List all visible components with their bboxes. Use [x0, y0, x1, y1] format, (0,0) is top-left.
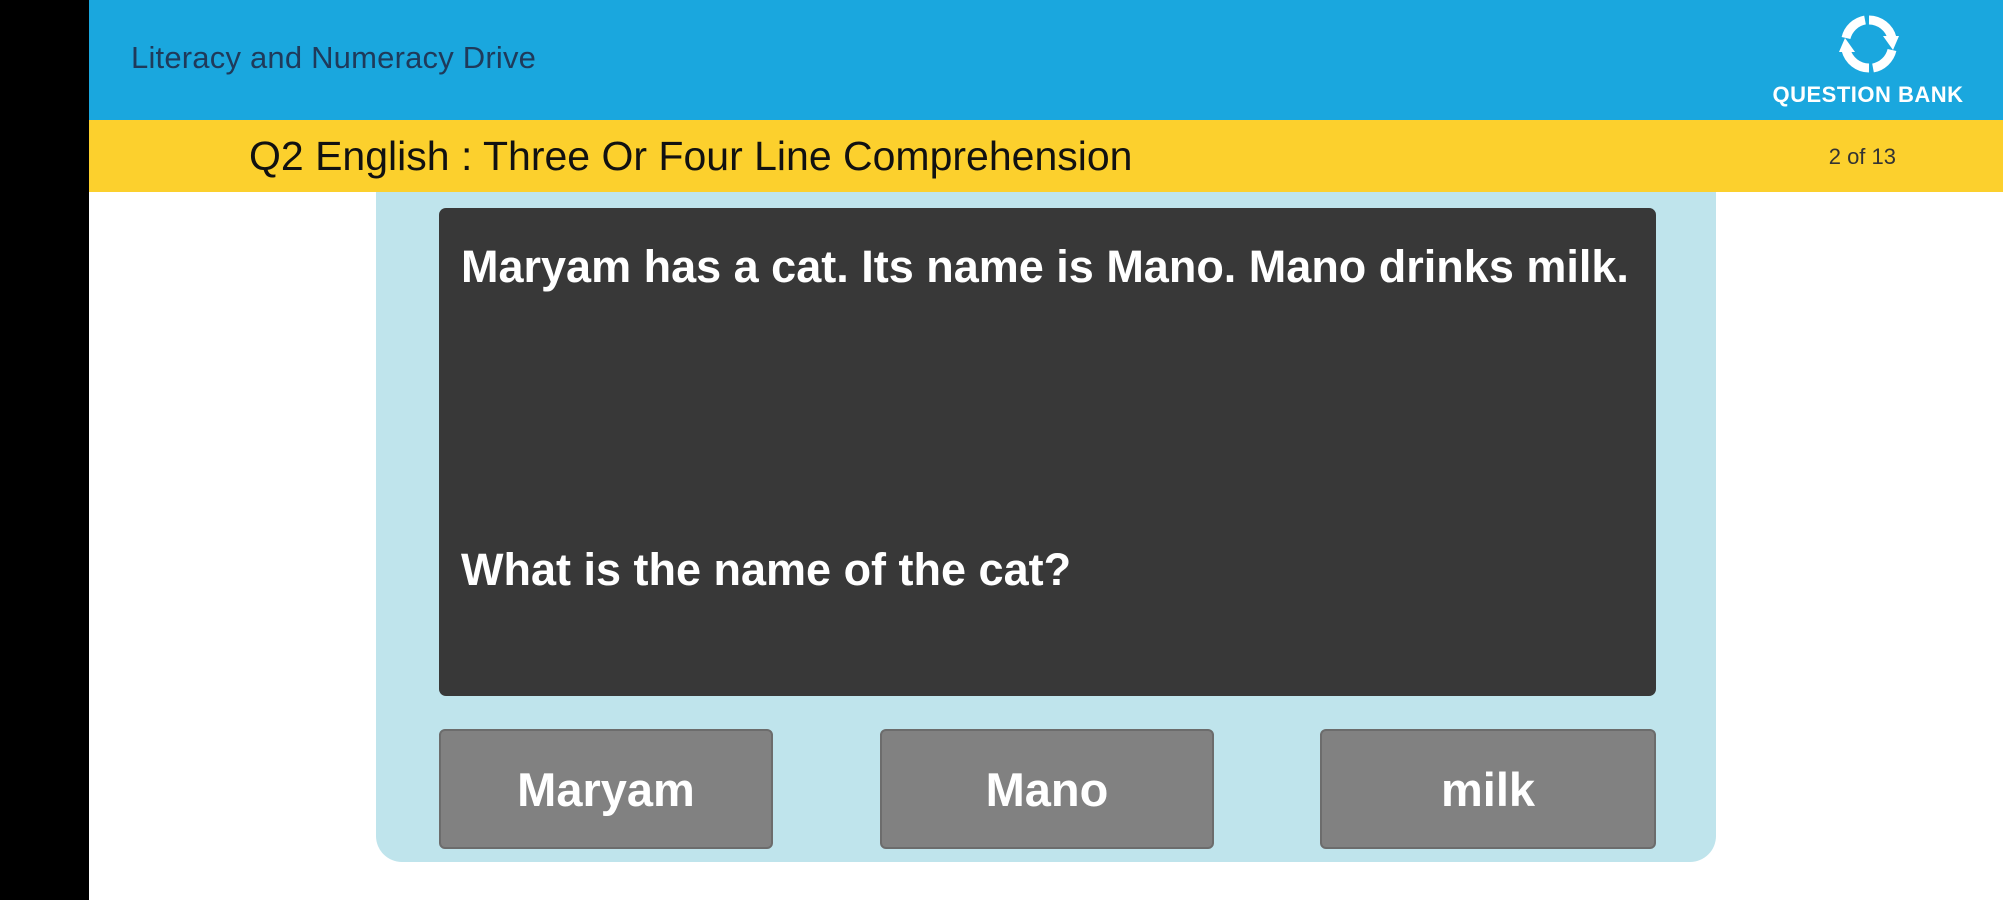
option-button-2[interactable]: Mano	[880, 729, 1214, 849]
quiz-title: Q2 English : Three Or Four Line Comprehe…	[249, 133, 1133, 179]
question-panel: Maryam has a cat. Its name is Mano. Mano…	[376, 192, 1716, 862]
option-button-1[interactable]: Maryam	[439, 729, 773, 849]
question-counter: 2 of 13	[1828, 144, 1896, 169]
refresh-arrows-icon	[1839, 15, 1899, 73]
logo-text: QUESTION BANK	[1772, 82, 1964, 107]
app-title: Literacy and Numeracy Drive	[131, 40, 537, 75]
question-bank-logo[interactable]: QUESTION BANK	[1763, 10, 1973, 115]
question-box: Maryam has a cat. Its name is Mano. Mano…	[439, 208, 1656, 696]
quiz-title-bar: Q2 English : Three Or Four Line Comprehe…	[89, 120, 2003, 192]
top-bar: Literacy and Numeracy Drive QUESTION BAN…	[89, 0, 2003, 120]
passage-text: Maryam has a cat. Its name is Mano. Mano…	[461, 241, 1629, 292]
option-button-3[interactable]: milk	[1320, 729, 1656, 849]
question-text: What is the name of the cat?	[461, 544, 1072, 595]
app-screen: Literacy and Numeracy Drive QUESTION BAN…	[89, 0, 2003, 900]
